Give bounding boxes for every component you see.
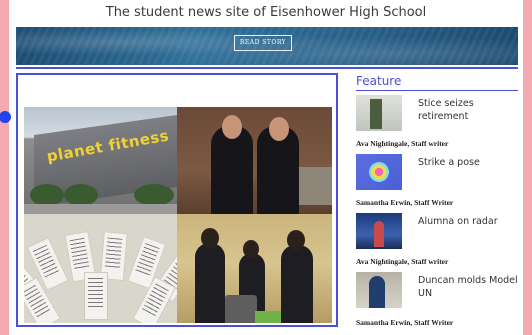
main-story-card[interactable]: planet fitness bbox=[16, 73, 338, 327]
site-tagline: The student news site of Eisenhower High… bbox=[105, 5, 427, 20]
feature-byline: Ava Nightingale, Staff writer bbox=[356, 257, 449, 266]
feature-thumbnail[interactable] bbox=[356, 95, 402, 131]
student-head bbox=[287, 230, 305, 250]
read-story-button[interactable]: READ STORY bbox=[234, 35, 292, 51]
feature-thumbnail[interactable] bbox=[356, 272, 402, 308]
student-figure bbox=[195, 243, 225, 323]
green-bin bbox=[255, 311, 281, 323]
bush bbox=[64, 184, 98, 206]
page: The student news site of Eisenhower High… bbox=[9, 0, 523, 335]
students-posing-photo bbox=[177, 107, 332, 214]
feature-title[interactable]: Duncan molds Model UN bbox=[418, 274, 518, 300]
feature-divider bbox=[356, 90, 518, 91]
gym-photo: planet fitness bbox=[24, 107, 177, 214]
classroom-photo bbox=[177, 214, 332, 323]
bush bbox=[134, 184, 174, 206]
bush bbox=[30, 184, 64, 206]
student-figure bbox=[211, 126, 253, 214]
student-head bbox=[243, 240, 259, 258]
feature-heading[interactable]: Feature bbox=[356, 74, 401, 88]
student-figure bbox=[281, 245, 313, 323]
feature-title[interactable]: Stice seizes retirement bbox=[418, 97, 518, 123]
student-head bbox=[222, 115, 242, 139]
hero-banner[interactable]: READ STORY bbox=[16, 27, 518, 65]
student-head bbox=[201, 228, 219, 248]
ballot-papers-photo bbox=[24, 214, 177, 323]
feature-title[interactable]: Strike a pose bbox=[418, 156, 518, 169]
feature-thumbnail[interactable] bbox=[356, 154, 402, 190]
feature-byline: Samantha Erwin, Staff Writer bbox=[356, 198, 454, 207]
feature-title[interactable]: Alumna on radar bbox=[418, 215, 518, 228]
main-story-photo-collage[interactable]: planet fitness bbox=[24, 107, 332, 323]
student-head bbox=[269, 117, 289, 141]
feature-byline: Ava Nightingale, Staff writer bbox=[356, 139, 449, 148]
parking-lot bbox=[24, 204, 177, 214]
hero-divider bbox=[16, 67, 518, 69]
feature-thumbnail[interactable] bbox=[356, 213, 402, 249]
feature-byline: Samantha Erwin, Staff Writer bbox=[356, 318, 454, 327]
paper-sheet bbox=[84, 272, 108, 320]
trash-bin bbox=[225, 295, 257, 323]
